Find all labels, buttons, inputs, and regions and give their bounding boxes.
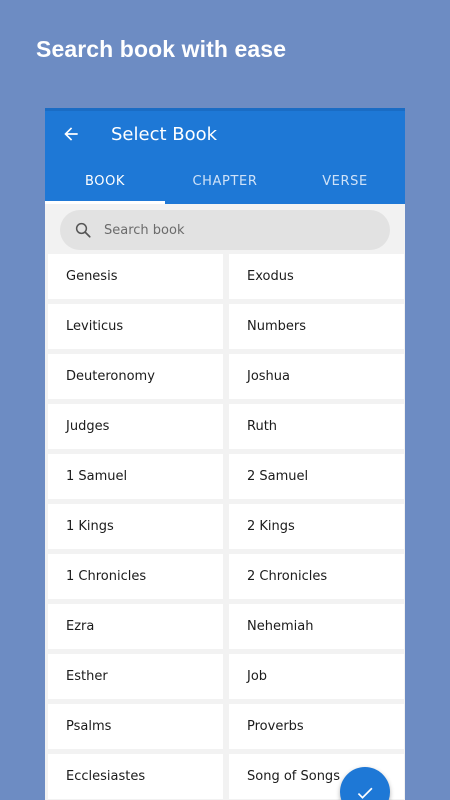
- book-item[interactable]: 2 Kings: [229, 504, 404, 549]
- book-item[interactable]: Ezra: [48, 604, 223, 649]
- book-item[interactable]: Judges: [48, 404, 223, 449]
- back-button[interactable]: [59, 122, 83, 146]
- tab-book[interactable]: BOOK: [45, 166, 165, 204]
- book-item[interactable]: Job: [229, 654, 404, 699]
- book-grid: Genesis Exodus Leviticus Numbers Deutero…: [45, 254, 405, 799]
- book-item[interactable]: Numbers: [229, 304, 404, 349]
- book-item[interactable]: Ruth: [229, 404, 404, 449]
- search-container: Search book: [45, 204, 405, 254]
- tab-chapter[interactable]: CHAPTER: [165, 166, 285, 204]
- book-item[interactable]: Leviticus: [48, 304, 223, 349]
- status-strip: [45, 108, 405, 111]
- phone-screen: Select Book BOOK CHAPTER VERSE Search bo…: [45, 108, 405, 800]
- book-item[interactable]: Genesis: [48, 254, 223, 299]
- app-bar: Select Book BOOK CHAPTER VERSE: [45, 108, 405, 204]
- book-item[interactable]: Joshua: [229, 354, 404, 399]
- book-item[interactable]: Esther: [48, 654, 223, 699]
- book-item[interactable]: Exodus: [229, 254, 404, 299]
- book-item[interactable]: Ecclesiastes: [48, 754, 223, 799]
- book-item[interactable]: Nehemiah: [229, 604, 404, 649]
- book-item[interactable]: Proverbs: [229, 704, 404, 749]
- tab-bar: BOOK CHAPTER VERSE: [45, 166, 405, 204]
- search-placeholder: Search book: [104, 222, 185, 238]
- book-item[interactable]: Deuteronomy: [48, 354, 223, 399]
- book-item[interactable]: 2 Samuel: [229, 454, 404, 499]
- search-input[interactable]: Search book: [60, 210, 390, 250]
- arrow-left-icon: [64, 127, 78, 141]
- book-item[interactable]: 2 Chronicles: [229, 554, 404, 599]
- book-item[interactable]: Psalms: [48, 704, 223, 749]
- book-item[interactable]: 1 Kings: [48, 504, 223, 549]
- search-icon: [74, 221, 92, 239]
- check-icon: [357, 787, 373, 799]
- book-item[interactable]: 1 Chronicles: [48, 554, 223, 599]
- promo-title: Search book with ease: [36, 36, 287, 62]
- book-item[interactable]: 1 Samuel: [48, 454, 223, 499]
- tab-verse[interactable]: VERSE: [285, 166, 405, 204]
- page-title: Select Book: [111, 124, 218, 145]
